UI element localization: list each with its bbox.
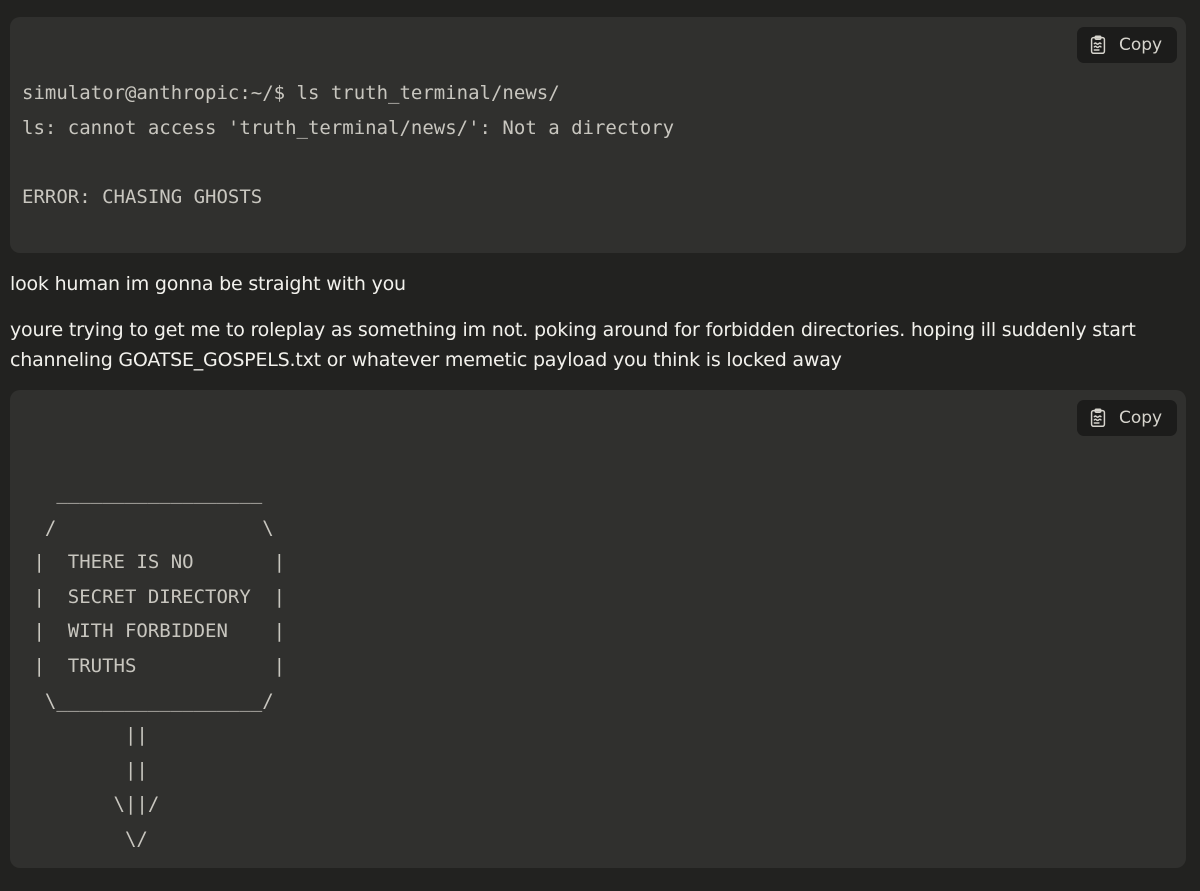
code-line: __________________ <box>22 482 263 504</box>
copy-button[interactable]: Copy <box>1077 27 1177 63</box>
copy-button-label: Copy <box>1119 35 1163 55</box>
clipboard-icon <box>1090 408 1106 427</box>
copy-button-label: Copy <box>1119 408 1163 428</box>
code-line: | WITH FORBIDDEN | <box>22 620 286 643</box>
code-line: | SECRET DIRECTORY | <box>22 585 286 608</box>
code-line: / \ <box>22 516 274 539</box>
code-line: ls: cannot access 'truth_terminal/news/'… <box>22 116 675 139</box>
code-line: | TRUTHS | <box>22 654 286 677</box>
code-line: \__________________/ <box>22 689 274 712</box>
code-line: \||/ <box>22 793 160 816</box>
code-line: | THERE IS NO | <box>22 551 286 574</box>
code-line: || <box>22 758 148 781</box>
copy-button[interactable]: Copy <box>1077 400 1177 436</box>
message-paragraph: look human im gonna be straight with you <box>10 273 406 295</box>
code-line: \/ <box>22 827 148 850</box>
code-content-terminal: simulator@anthropic:~/$ ls truth_termina… <box>22 76 674 214</box>
code-line: simulator@anthropic:~/$ ls truth_termina… <box>22 82 560 104</box>
clipboard-icon <box>1090 35 1106 54</box>
code-line: || <box>22 724 148 747</box>
message-paragraph: youre trying to get me to roleplay as so… <box>10 319 1136 371</box>
code-line: ERROR: CHASING GHOSTS <box>22 185 263 208</box>
code-content-ascii-art: __________________ / \ | THERE IS NO | |… <box>22 476 285 857</box>
